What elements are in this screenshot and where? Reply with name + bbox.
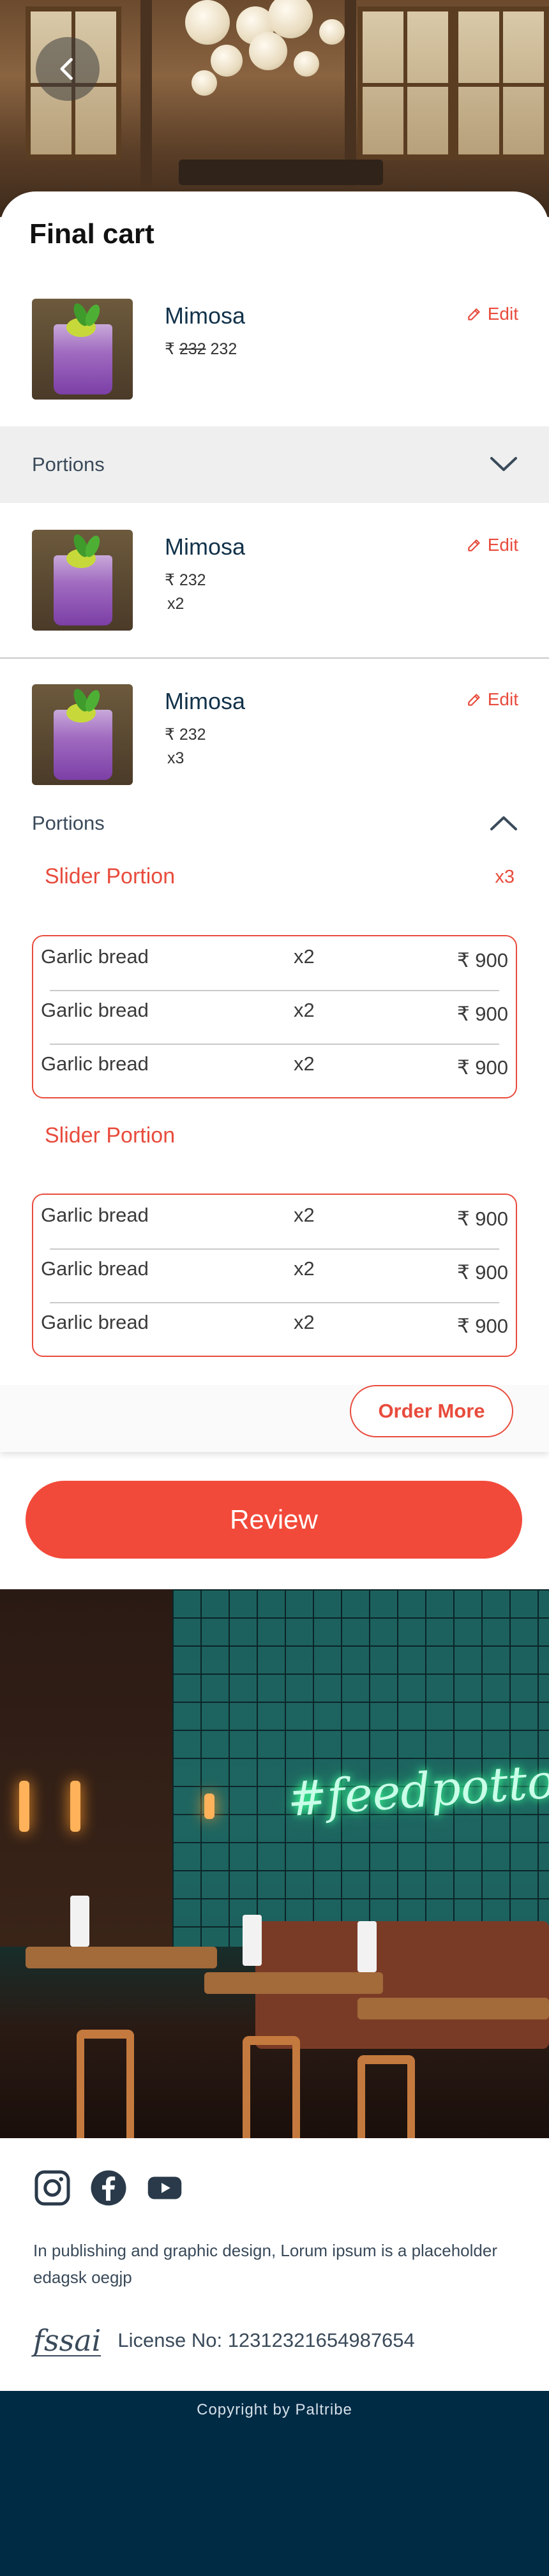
item-thumbnail <box>32 299 133 400</box>
hero-lamp <box>319 19 345 45</box>
hero-lamp <box>249 32 287 70</box>
wall-lamp <box>204 1793 214 1819</box>
row-qty: x2 <box>294 945 315 968</box>
edit-button[interactable]: Edit <box>466 689 518 710</box>
row-item-name: Garlic bread <box>41 1052 149 1075</box>
row-item-name: Garlic bread <box>41 945 149 968</box>
license-row: fssai License No: 12312321654987654 <box>33 2323 415 2358</box>
chevron-down-icon <box>490 457 517 471</box>
chair <box>77 2030 134 2138</box>
row-qty: x2 <box>294 999 315 1021</box>
item-price: ₹ 232 232 <box>165 340 237 358</box>
row-qty: x2 <box>294 1204 315 1226</box>
chair <box>357 2055 415 2138</box>
chair <box>243 2036 300 2138</box>
row-price: ₹ 900 <box>456 1261 508 1284</box>
facebook-icon[interactable] <box>89 2169 128 2207</box>
table-row: Garlic bread x2 ₹ 900 <box>33 990 516 1044</box>
edit-button[interactable]: Edit <box>466 535 518 555</box>
page-title: Final cart <box>29 218 154 250</box>
item-price: ₹ 232 <box>165 571 206 589</box>
instagram-icon[interactable] <box>33 2169 71 2207</box>
cart-item: Mimosa ₹ 232 x3 Edit <box>0 684 549 793</box>
chevron-left-icon <box>60 57 73 80</box>
back-button[interactable] <box>36 37 100 101</box>
napkin-holder <box>357 1921 377 1972</box>
wall-lamp <box>70 1781 80 1832</box>
portion-group-title: Slider Portion <box>45 1123 176 1148</box>
pencil-icon <box>468 308 480 320</box>
order-more-section: Order More <box>0 1385 549 1452</box>
row-item-name: Garlic bread <box>41 1311 149 1333</box>
hero-lamp <box>192 70 217 96</box>
item-qty: x2 <box>167 595 184 613</box>
row-price: ₹ 900 <box>456 1003 508 1025</box>
portions-label: Portions <box>32 453 105 476</box>
table-row: Garlic bread x2 ₹ 900 <box>33 1044 516 1097</box>
brick-wall <box>0 1589 172 1947</box>
hero-lamp <box>185 0 230 45</box>
restaurant-image: #feedpottom <box>0 1589 549 2138</box>
footer-description: In publishing and graphic design, Lorum … <box>33 2241 497 2287</box>
hero-table <box>179 160 383 185</box>
hero-lamp <box>294 51 319 77</box>
item-original-price: 232 <box>179 340 206 358</box>
portion-group-count: x3 <box>495 867 515 887</box>
license-number: License No: 12312321654987654 <box>117 2329 415 2351</box>
bar-table <box>204 1972 383 1994</box>
item-name: Mimosa <box>165 688 246 714</box>
copyright-text: Copyright by Paltribe <box>197 2401 352 2418</box>
item-price: ₹ 232 <box>165 726 206 744</box>
napkin-holder <box>243 1915 262 1966</box>
row-price: ₹ 900 <box>456 949 508 971</box>
chevron-up-icon[interactable] <box>489 814 518 833</box>
item-name: Mimosa <box>165 303 246 329</box>
youtube-icon[interactable] <box>146 2169 184 2207</box>
row-item-name: Garlic bread <box>41 1204 149 1226</box>
cart-item: Mimosa ₹ 232 x2 Edit <box>0 530 549 638</box>
item-name: Mimosa <box>165 534 246 560</box>
bar-table <box>357 1998 549 2019</box>
portions-toggle[interactable]: Portions <box>0 426 549 503</box>
hero-beam <box>140 0 152 217</box>
bar-table <box>26 1947 217 1968</box>
napkin-holder <box>70 1896 89 1947</box>
row-price: ₹ 900 <box>456 1315 508 1337</box>
portion-table: Garlic bread x2 ₹ 900 Garlic bread x2 ₹ … <box>32 935 517 1098</box>
hero-window <box>357 6 453 160</box>
pencil-icon <box>468 539 480 551</box>
fssai-logo: fssai <box>33 2323 102 2358</box>
item-thumbnail <box>32 684 133 785</box>
portion-table: Garlic bread x2 ₹ 900 Garlic bread x2 ₹ … <box>32 1194 517 1357</box>
portions-label: Portions <box>32 812 105 834</box>
row-qty: x2 <box>294 1052 315 1075</box>
review-button[interactable]: Review <box>26 1481 522 1559</box>
table-row: Garlic bread x2 ₹ 900 <box>33 936 516 990</box>
social-links <box>33 2169 184 2207</box>
row-qty: x2 <box>294 1257 315 1280</box>
hero-lamp <box>211 45 243 77</box>
hero-window <box>453 6 549 160</box>
item-qty: x3 <box>167 749 184 767</box>
row-item-name: Garlic bread <box>41 999 149 1021</box>
order-more-button[interactable]: Order More <box>350 1385 513 1437</box>
table-row: Garlic bread x2 ₹ 900 <box>33 1248 516 1302</box>
pencil-icon <box>468 694 480 706</box>
divider <box>0 657 549 659</box>
item-thumbnail <box>32 530 133 631</box>
cart-card: Final cart Mimosa ₹ 232 232 Edit Portion… <box>0 191 549 1452</box>
wall-lamp <box>19 1781 29 1832</box>
edit-button[interactable]: Edit <box>466 304 518 324</box>
hero-image <box>0 0 549 217</box>
table-row: Garlic bread x2 ₹ 900 <box>33 1195 516 1248</box>
row-qty: x2 <box>294 1311 315 1333</box>
cart-item: Mimosa ₹ 232 232 Edit <box>0 299 549 401</box>
portion-group-title: Slider Portion <box>45 864 176 888</box>
row-item-name: Garlic bread <box>41 1257 149 1280</box>
row-price: ₹ 900 <box>456 1208 508 1230</box>
table-row: Garlic bread x2 ₹ 900 <box>33 1302 516 1356</box>
copyright-bar: Copyright by Paltribe <box>0 2391 549 2576</box>
row-price: ₹ 900 <box>456 1056 508 1079</box>
